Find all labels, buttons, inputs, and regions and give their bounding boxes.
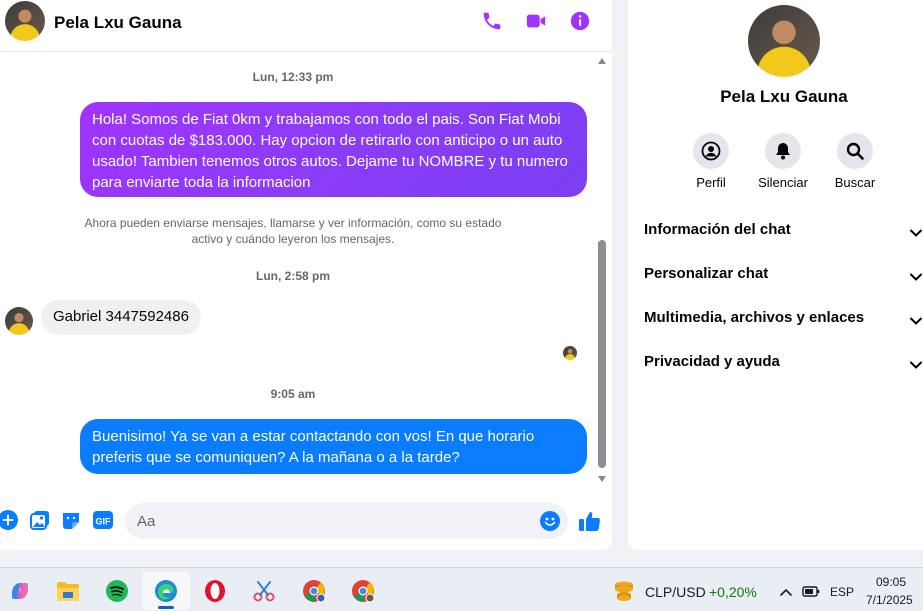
taskbar: CLP/USD +0,20% ESP 09:05 7/1/2025	[0, 567, 923, 611]
emoji-icon[interactable]	[540, 511, 560, 531]
section-media-files-links[interactable]: Multimedia, archivos y enlaces	[644, 309, 923, 335]
chevron-down-icon	[909, 226, 923, 240]
search-button[interactable]: Buscar	[815, 133, 895, 190]
profile-avatar[interactable]	[748, 5, 820, 77]
clock-time[interactable]: 09:05	[876, 575, 906, 589]
chat-info-panel: Pela Lxu Gauna Perfil Silenciar Buscar I…	[628, 0, 923, 550]
snipping-tool-icon[interactable]	[240, 572, 288, 610]
section-label: Privacidad y ayuda	[644, 353, 780, 370]
section-privacy-help[interactable]: Privacidad y ayuda	[644, 353, 923, 379]
scroll-up-arrow[interactable]	[598, 58, 606, 64]
like-icon[interactable]	[578, 509, 602, 533]
coins-icon[interactable]	[612, 580, 636, 602]
scrollbar-thumb[interactable]	[598, 240, 606, 468]
currency-change: +0,20%	[709, 584, 757, 600]
section-label: Información del chat	[644, 221, 791, 238]
edge-icon[interactable]	[142, 572, 190, 610]
contact-name[interactable]: Pela Lxu Gauna	[54, 13, 182, 33]
opera-icon[interactable]	[191, 572, 239, 610]
search-icon	[837, 133, 873, 169]
clock-date[interactable]: 7/1/2025	[866, 593, 913, 607]
timestamp: Lun, 12:33 pm	[252, 70, 334, 84]
svg-text:GIF: GIF	[96, 517, 112, 527]
message-list: Lun, 12:33 pm Hola! Somos de Fiat 0km y …	[0, 53, 598, 483]
timestamp: 9:05 am	[270, 387, 316, 401]
section-chat-info[interactable]: Información del chat	[644, 221, 923, 247]
section-customize-chat[interactable]: Personalizar chat	[644, 265, 923, 291]
system-notice: Ahora pueden enviarse mensajes, llamarse…	[84, 216, 502, 246]
section-label: Personalizar chat	[644, 265, 769, 282]
chrome-icon[interactable]	[339, 572, 387, 610]
sticker-icon[interactable]	[61, 510, 81, 530]
incoming-message[interactable]: Gabriel 3447592486	[41, 300, 201, 335]
chevron-down-icon	[909, 314, 923, 328]
copilot-icon[interactable]	[0, 572, 44, 610]
chevron-down-icon	[909, 270, 923, 284]
scrollbar[interactable]	[597, 58, 607, 486]
chat-header: Pela Lxu Gauna	[0, 0, 612, 52]
spotify-icon[interactable]	[93, 572, 141, 610]
battery-icon[interactable]	[802, 584, 820, 598]
action-label: Perfil	[696, 175, 726, 190]
message-composer: GIF	[0, 500, 612, 542]
outgoing-message[interactable]: Buenisimo! Ya se van a estar contactando…	[80, 419, 587, 474]
chat-pane: Pela Lxu Gauna Lun, 12:33 pm Hola! Somos…	[0, 0, 612, 550]
chevron-up-icon[interactable]	[779, 585, 793, 597]
photo-icon[interactable]	[30, 510, 50, 530]
action-label: Silenciar	[758, 175, 808, 190]
scroll-down-arrow[interactable]	[598, 476, 606, 482]
file-explorer-icon[interactable]	[44, 572, 92, 610]
info-icon[interactable]	[569, 10, 591, 32]
bell-icon	[765, 133, 801, 169]
plus-icon[interactable]	[0, 510, 18, 530]
timestamp: Lun, 2:58 pm	[255, 269, 330, 283]
sender-avatar[interactable]	[5, 307, 33, 335]
section-label: Multimedia, archivos y enlaces	[644, 309, 865, 326]
currency-widget-label[interactable]: CLP/USD	[645, 584, 706, 600]
contact-avatar[interactable]	[5, 1, 45, 41]
mute-button[interactable]: Silenciar	[743, 133, 823, 190]
read-receipt-avatar	[563, 346, 577, 360]
profile-button[interactable]: Perfil	[671, 133, 751, 190]
outgoing-message[interactable]: Hola! Somos de Fiat 0km y trabajamos con…	[80, 102, 587, 197]
language-indicator[interactable]: ESP	[830, 585, 854, 599]
gif-icon[interactable]: GIF	[93, 510, 113, 530]
message-input[interactable]	[125, 503, 568, 539]
chrome-profile-icon[interactable]	[290, 572, 338, 610]
video-icon[interactable]	[525, 10, 547, 32]
action-label: Buscar	[834, 175, 876, 190]
chevron-down-icon	[909, 358, 923, 372]
profile-name: Pela Lxu Gauna	[720, 87, 848, 106]
profile-icon	[693, 133, 729, 169]
phone-icon[interactable]	[481, 10, 503, 32]
